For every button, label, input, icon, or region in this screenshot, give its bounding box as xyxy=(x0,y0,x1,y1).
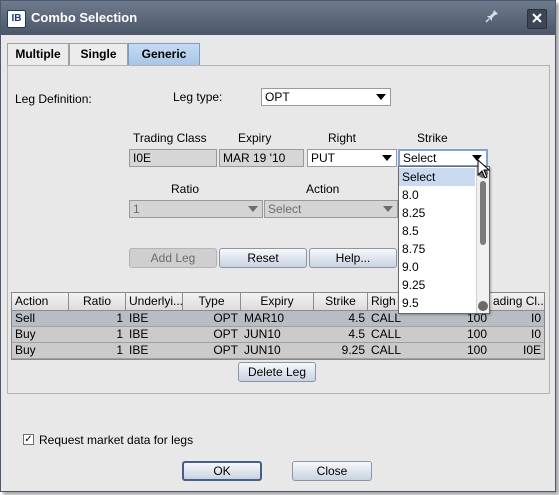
cell-right: CALL xyxy=(371,343,402,357)
cell-underlying: IBE xyxy=(129,327,149,341)
cell-multiplier: 100 xyxy=(466,327,487,341)
leg-type-label: Leg type: xyxy=(173,90,223,104)
expiry-field: MAR 19 '10 xyxy=(219,149,304,167)
strike-dropdown-list: Select 8.0 8.25 8.5 8.75 9.0 9.25 9.5 xyxy=(398,166,490,314)
col-header-underlying[interactable]: Underlyi... xyxy=(126,293,183,311)
strike-option[interactable]: 9.0 xyxy=(399,258,475,276)
cell-strike: 9.25 xyxy=(341,343,365,357)
trading-class-header: Trading Class xyxy=(133,131,207,145)
tab-multiple[interactable]: Multiple xyxy=(7,43,69,65)
leg-type-select[interactable]: OPT xyxy=(261,88,391,106)
cell-type: OPT xyxy=(213,343,238,357)
strike-option[interactable]: 9.25 xyxy=(399,276,475,294)
cell-expiry: JUN10 xyxy=(244,327,281,341)
action-value: Select xyxy=(268,202,302,216)
col-header-type[interactable]: Type xyxy=(183,293,241,311)
title-bar: IB Combo Selection xyxy=(1,1,555,35)
cell-ratio: 1 xyxy=(116,343,123,357)
leg-definition-label: Leg Definition: xyxy=(15,92,92,106)
strike-header: Strike xyxy=(417,131,448,145)
right-value: PUT xyxy=(311,151,335,165)
col-header-ratio[interactable]: Ratio xyxy=(69,293,126,311)
tab-single[interactable]: Single xyxy=(69,43,128,65)
strike-scrollbar[interactable] xyxy=(476,167,489,313)
cell-trading-class: I0 xyxy=(530,311,541,325)
col-header-expiry[interactable]: Expiry xyxy=(241,293,314,311)
request-market-data-label: Request market data for legs xyxy=(39,433,194,447)
cell-strike: 4.5 xyxy=(348,327,365,341)
leg-type-value: OPT xyxy=(265,90,290,104)
strike-option[interactable]: 9.5 xyxy=(399,294,475,312)
chevron-down-icon xyxy=(383,206,393,212)
col-header-strike[interactable]: Strike xyxy=(314,293,368,311)
cell-type: OPT xyxy=(213,311,238,325)
cell-trading-class: I0 xyxy=(530,327,541,341)
cell-ratio: 1 xyxy=(116,327,123,341)
right-header: Right xyxy=(328,131,357,145)
mouse-cursor-icon xyxy=(477,159,491,179)
close-button[interactable]: Close xyxy=(292,461,372,481)
scroll-thumb[interactable] xyxy=(480,181,486,245)
chevron-down-icon xyxy=(376,94,386,100)
combo-selection-window: IB Combo Selection Multiple Single Gener… xyxy=(0,0,556,492)
trading-class-field: I0E xyxy=(129,149,217,167)
reset-button[interactable]: Reset xyxy=(219,248,307,268)
tab-generic[interactable]: Generic xyxy=(128,43,200,65)
pin-icon[interactable] xyxy=(483,9,501,27)
cell-action: Buy xyxy=(15,327,36,341)
cell-underlying: IBE xyxy=(129,311,149,325)
chevron-down-icon xyxy=(248,206,258,212)
cell-action: Buy xyxy=(15,343,36,357)
delete-leg-button[interactable]: Delete Leg xyxy=(238,362,316,382)
add-leg-button[interactable]: Add Leg xyxy=(129,248,217,268)
action-header: Action xyxy=(306,182,340,196)
cell-strike: 4.5 xyxy=(348,311,365,325)
cell-multiplier: 100 xyxy=(466,343,487,357)
ok-button[interactable]: OK xyxy=(182,461,262,481)
strike-option[interactable]: Select xyxy=(399,168,475,186)
strike-option[interactable]: 8.75 xyxy=(399,240,475,258)
col-header-trading-class[interactable]: ading Cl... xyxy=(490,293,544,311)
scroll-down-icon[interactable] xyxy=(478,301,488,311)
ratio-value: 1 xyxy=(133,202,140,216)
expiry-header: Expiry xyxy=(238,131,272,145)
strike-value: Select xyxy=(403,151,437,165)
close-icon[interactable] xyxy=(527,9,547,29)
cell-expiry: MAR10 xyxy=(244,311,285,325)
table-row[interactable]: Buy 1 IBE OPT JUN10 9.25 CALL 100 I0E xyxy=(12,343,544,359)
cell-underlying: IBE xyxy=(129,343,149,357)
strike-option[interactable]: 8.0 xyxy=(399,186,475,204)
cell-ratio: 1 xyxy=(116,311,123,325)
right-select[interactable]: PUT xyxy=(307,149,397,167)
strike-option[interactable]: 8.5 xyxy=(399,222,475,240)
cell-action: Sell xyxy=(15,311,36,325)
window-title: Combo Selection xyxy=(31,10,138,25)
cell-trading-class: I0E xyxy=(522,343,541,357)
strike-select[interactable]: Select xyxy=(398,149,488,167)
cell-type: OPT xyxy=(213,327,238,341)
help-button[interactable]: Help... xyxy=(309,248,397,268)
chevron-down-icon xyxy=(382,155,392,161)
ratio-select[interactable]: 1 xyxy=(129,200,263,218)
cell-expiry: JUN10 xyxy=(244,343,281,357)
ib-logo: IB xyxy=(7,10,26,28)
action-select[interactable]: Select xyxy=(264,200,398,218)
strike-option[interactable]: 8.25 xyxy=(399,204,475,222)
ratio-header: Ratio xyxy=(171,182,200,196)
request-market-data-checkbox[interactable]: ✓ xyxy=(23,434,34,445)
cell-right: CALL xyxy=(371,327,402,341)
col-header-action[interactable]: Action xyxy=(12,293,69,311)
table-row[interactable]: Buy 1 IBE OPT JUN10 4.5 CALL 100 I0 xyxy=(12,327,544,343)
